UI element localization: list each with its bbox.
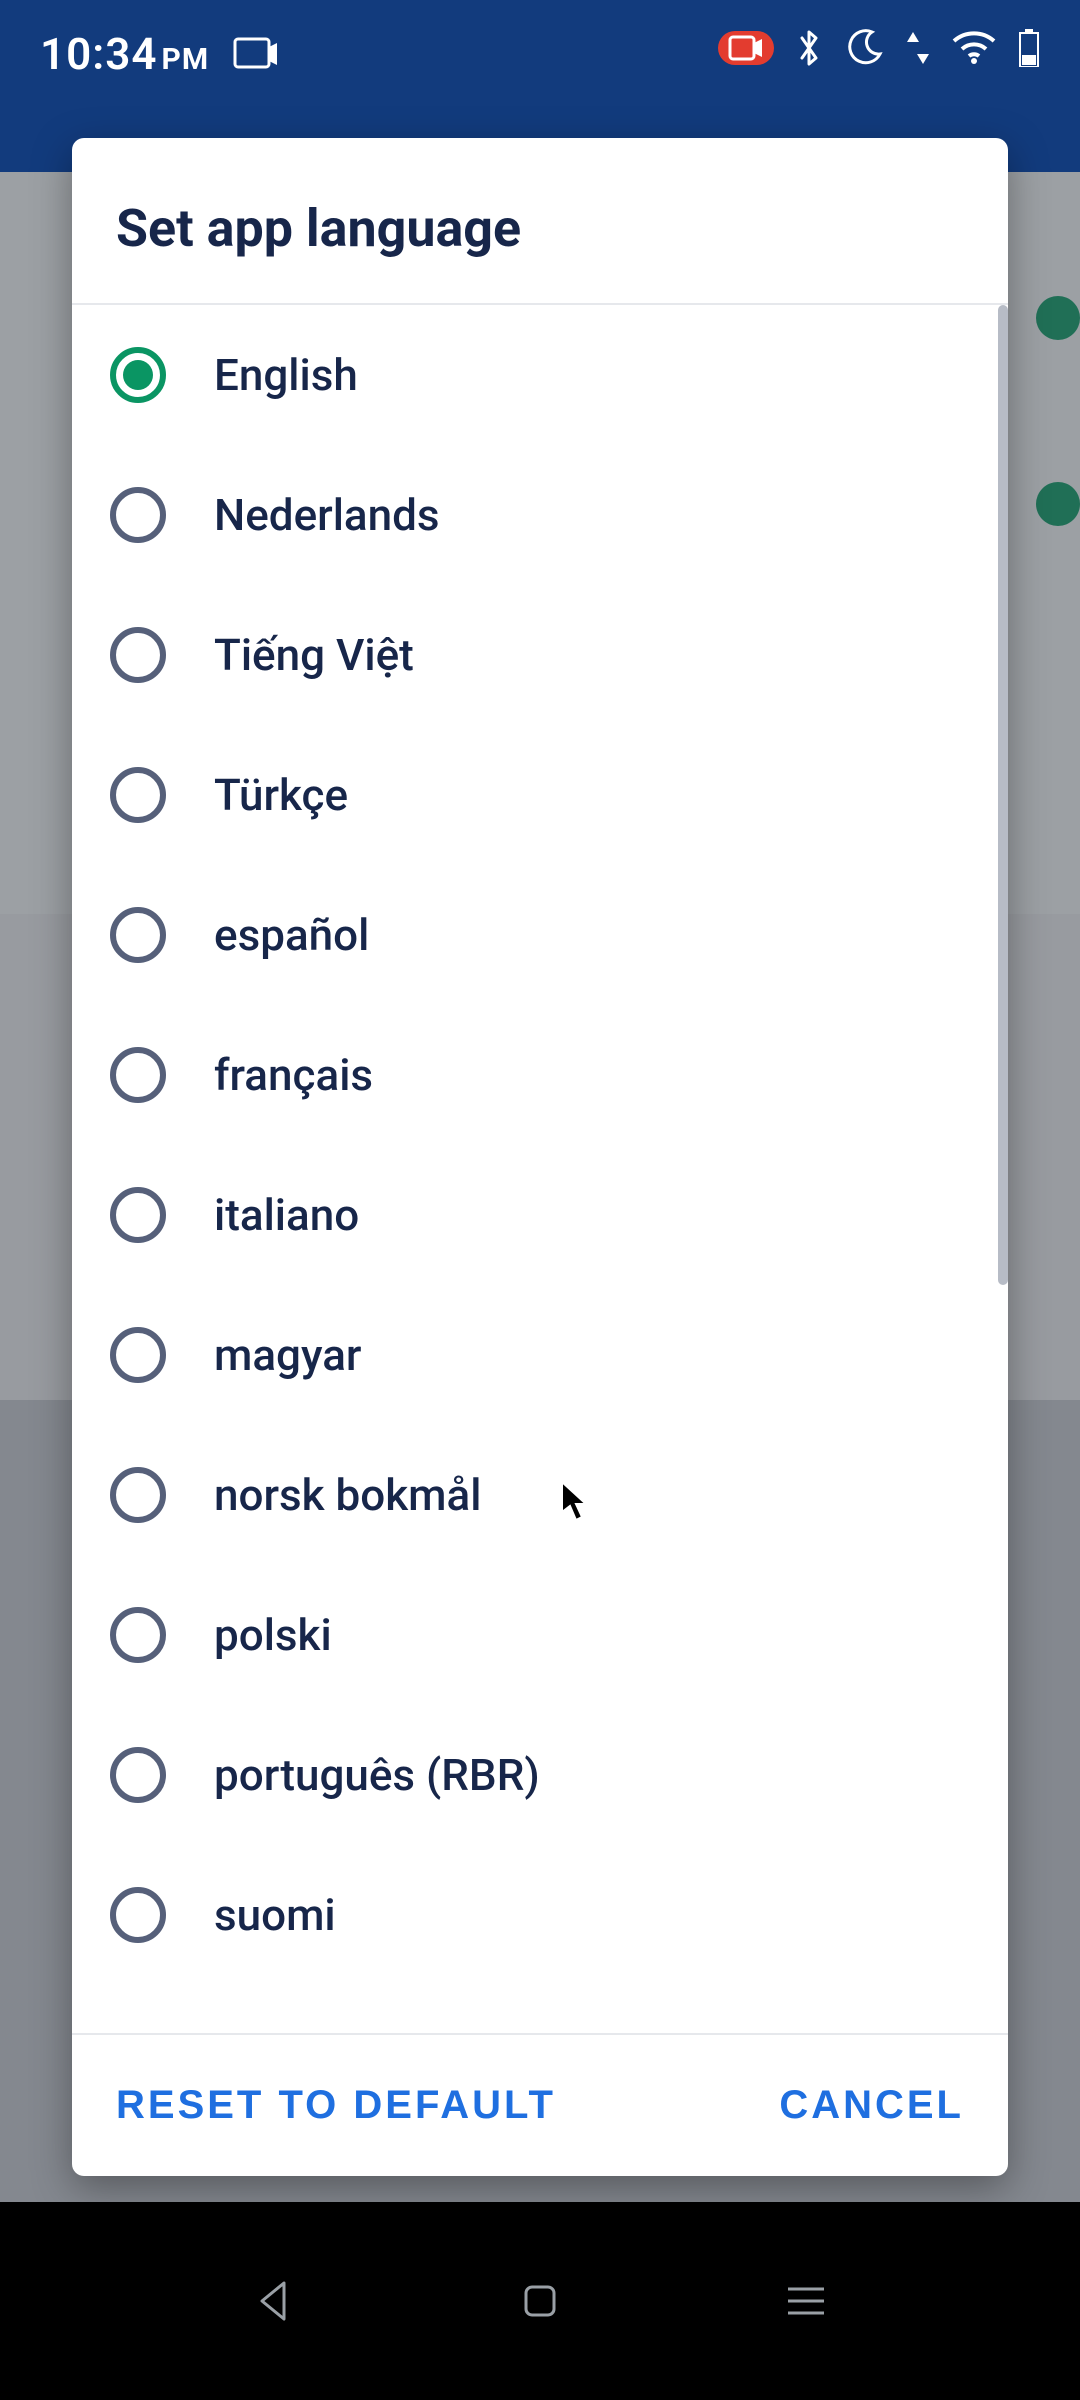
language-option-portugues-rbr[interactable]: português (RBR): [72, 1705, 1008, 1845]
dialog-actions: RESET TO DEFAULT CANCEL: [72, 2033, 1008, 2176]
language-option-tieng-viet[interactable]: Tiếng Việt: [72, 585, 1008, 725]
language-option-francais[interactable]: français: [72, 1005, 1008, 1145]
bluetooth-icon: [796, 28, 822, 68]
radio-icon: [110, 1887, 166, 1943]
status-right: [718, 28, 1040, 68]
language-label: suomi: [214, 1889, 336, 1941]
status-clock: 10:34PM: [40, 28, 209, 80]
language-label: Tiếng Việt: [214, 629, 414, 681]
status-left: 10:34PM: [40, 28, 277, 80]
cursor-icon: [560, 1480, 590, 1522]
language-label: Nederlands: [214, 489, 440, 541]
radio-icon: [110, 1187, 166, 1243]
radio-icon: [110, 1747, 166, 1803]
system-nav-bar: [0, 2202, 1080, 2400]
language-option-norsk-bokmal[interactable]: norsk bokmål: [72, 1425, 1008, 1565]
scrollbar-thumb[interactable]: [998, 305, 1008, 1285]
language-option-suomi[interactable]: suomi: [72, 1845, 1008, 1985]
dialog-title: Set app language: [72, 138, 1008, 305]
screen-root: 10:34PM: [0, 0, 1080, 2400]
language-option-turkce[interactable]: Türkçe: [72, 725, 1008, 865]
language-option-espanol[interactable]: español: [72, 865, 1008, 1005]
language-label: français: [214, 1049, 373, 1101]
language-label: magyar: [214, 1329, 362, 1381]
status-time: 10:34: [40, 28, 158, 80]
status-time-suffix: PM: [162, 42, 210, 77]
language-option-nederlands[interactable]: Nederlands: [72, 445, 1008, 585]
language-option-polski[interactable]: polski: [72, 1565, 1008, 1705]
record-icon: [718, 31, 774, 65]
data-updown-icon: [906, 30, 930, 66]
language-options-list[interactable]: English Nederlands Tiếng Việt Türkçe esp…: [72, 305, 1008, 2033]
radio-icon: [110, 627, 166, 683]
language-option-italiano[interactable]: italiano: [72, 1145, 1008, 1285]
language-dialog: Set app language English Nederlands Tiến…: [72, 138, 1008, 2176]
screencast-icon: [233, 37, 277, 71]
dnd-moon-icon: [844, 28, 884, 68]
language-label: español: [214, 909, 369, 961]
reset-to-default-button[interactable]: RESET TO DEFAULT: [116, 2083, 556, 2128]
language-label: norsk bokmål: [214, 1469, 481, 1521]
radio-icon: [110, 907, 166, 963]
radio-icon: [110, 347, 166, 403]
battery-icon: [1018, 29, 1040, 67]
language-option-magyar[interactable]: magyar: [72, 1285, 1008, 1425]
language-label: English: [214, 349, 358, 401]
language-label: Türkçe: [214, 769, 348, 821]
radio-icon: [110, 1607, 166, 1663]
language-option-english[interactable]: English: [72, 305, 1008, 445]
radio-icon: [110, 487, 166, 543]
language-label: polski: [214, 1609, 332, 1661]
language-label: italiano: [214, 1189, 359, 1241]
nav-recents-button[interactable]: [784, 2283, 828, 2319]
cancel-button[interactable]: CANCEL: [779, 2083, 964, 2128]
language-label: português (RBR): [214, 1749, 540, 1801]
radio-icon: [110, 767, 166, 823]
wifi-icon: [952, 31, 996, 65]
nav-back-button[interactable]: [252, 2279, 296, 2323]
radio-icon: [110, 1467, 166, 1523]
radio-icon: [110, 1327, 166, 1383]
nav-home-button[interactable]: [520, 2281, 560, 2321]
radio-icon: [110, 1047, 166, 1103]
